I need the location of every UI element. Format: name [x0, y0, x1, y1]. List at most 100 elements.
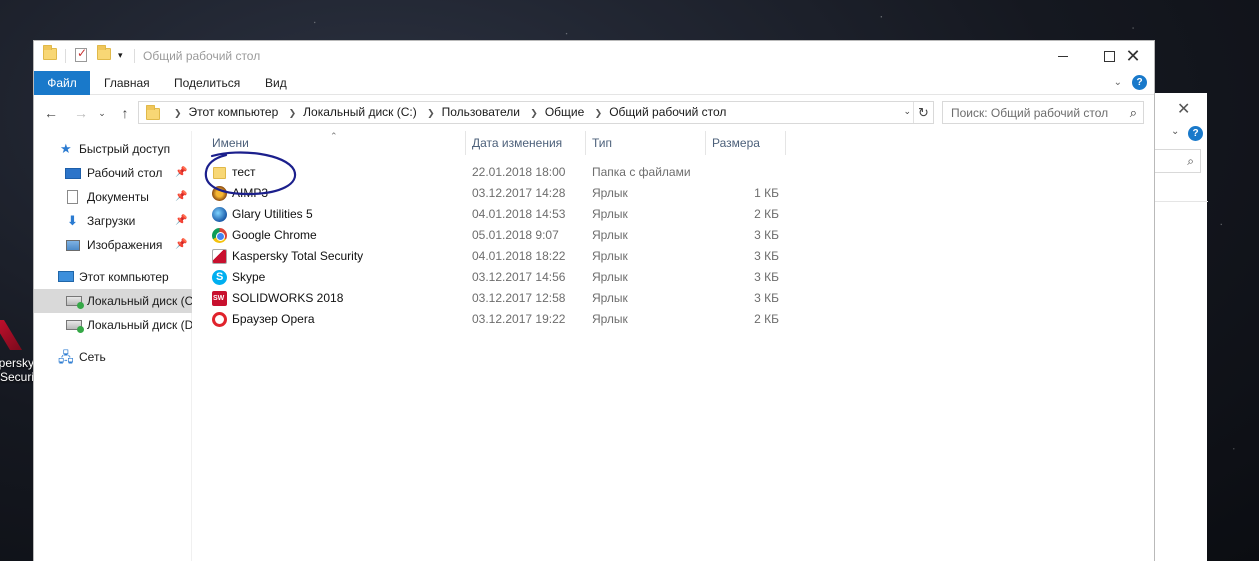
chevron-right-icon[interactable]: ❯ — [427, 108, 435, 118]
file-type: Ярлык — [592, 228, 628, 242]
chevron-right-icon[interactable]: ❯ — [595, 108, 603, 118]
file-date: 22.01.2018 18:00 — [472, 165, 566, 179]
column-header-label: Размера — [712, 136, 760, 150]
table-row[interactable]: Kaspersky Total Security 04.01.2018 18:2… — [206, 246, 806, 267]
sidebar-item-drive-d[interactable]: Локальный диск (D:) — [34, 313, 192, 337]
sidebar-item-label: Сеть — [79, 350, 106, 364]
search-icon: ⌕ — [1187, 154, 1194, 168]
drive-icon — [66, 320, 84, 333]
sidebar-item-network[interactable]: 🖧 Сеть — [34, 345, 192, 369]
column-header-date[interactable]: Дата изменения — [466, 131, 586, 155]
desktop-shortcut-label: persky Securi — [0, 356, 34, 384]
file-size: 1 КБ — [754, 186, 779, 200]
file-size: 2 КБ — [754, 207, 779, 221]
column-header-label: Имени — [212, 136, 249, 150]
file-type: Ярлык — [592, 207, 628, 221]
sidebar-item-downloads[interactable]: ⬇ Загрузки 📌 — [34, 209, 192, 233]
breadcrumb-drive-c[interactable]: Локальный диск (C:) — [303, 105, 417, 119]
tab-file[interactable]: Файл — [34, 71, 90, 95]
close-button[interactable]: ✕ — [1110, 41, 1156, 71]
sidebar-item-label: Рабочий стол — [87, 166, 163, 180]
desktop-icon — [65, 168, 81, 179]
file-name: Glary Utilities 5 — [232, 207, 313, 221]
window-title: Общий рабочий стол — [143, 49, 261, 63]
search-input[interactable] — [943, 102, 1119, 123]
table-row[interactable]: Google Chrome 05.01.2018 9:07 Ярлык 3 КБ — [206, 225, 806, 246]
file-name: AIMP3 — [232, 186, 269, 200]
breadcrumb-public[interactable]: Общие — [545, 105, 584, 119]
column-header-size[interactable]: Размера — [706, 131, 786, 155]
tab-home[interactable]: Главная — [90, 71, 164, 95]
chevron-down-icon[interactable]: ⌄ — [1171, 126, 1179, 137]
address-bar[interactable]: ❯ Этот компьютер ❯ Локальный диск (C:) ❯ По… — [138, 101, 934, 124]
file-name: тест — [232, 165, 256, 179]
sidebar-item-this-pc[interactable]: Этот компьютер — [34, 265, 192, 289]
search-box[interactable]: ⌕ — [1151, 149, 1201, 173]
address-dropdown-icon[interactable]: ⌄ — [903, 106, 911, 117]
back-button[interactable]: ← — [40, 102, 62, 124]
sidebar-item-label: Быстрый доступ — [79, 142, 171, 156]
new-folder-icon[interactable] — [97, 45, 111, 64]
file-size: 3 КБ — [754, 270, 779, 284]
breadcrumb-public-desktop[interactable]: Общий рабочий стол — [609, 105, 726, 119]
folder-icon — [213, 167, 226, 179]
sidebar-item-pictures[interactable]: Изображения 📌 — [34, 233, 192, 257]
table-row[interactable]: Glary Utilities 5 04.01.2018 14:53 Ярлык… — [206, 204, 806, 225]
pin-icon[interactable]: 📌 — [175, 233, 187, 257]
refresh-icon[interactable]: ↻ — [913, 102, 933, 123]
help-icon[interactable]: ? — [1188, 126, 1203, 141]
title-bar[interactable]: ▾ Общий рабочий стол ✕ — [34, 41, 1154, 71]
close-icon[interactable]: ✕ — [1177, 99, 1190, 119]
sidebar-item-desktop[interactable]: Рабочий стол 📌 — [34, 161, 192, 185]
up-button[interactable]: ↑ — [114, 102, 136, 124]
column-header-label: Тип — [592, 136, 613, 150]
computer-icon — [58, 271, 74, 282]
help-icon[interactable]: ? — [1132, 75, 1147, 90]
minimize-button[interactable] — [1040, 41, 1086, 71]
tab-view[interactable]: Вид — [251, 71, 301, 95]
chevron-right-icon[interactable]: ❯ — [530, 108, 538, 118]
chevron-right-icon[interactable]: ❯ — [289, 108, 297, 118]
sidebar-item-quick-access[interactable]: ★ Быстрый доступ — [34, 137, 192, 161]
file-type: Ярлык — [592, 270, 628, 284]
background-window[interactable]: ✕ ⌄ ? ⌕ — [1150, 93, 1208, 561]
expand-ribbon-icon[interactable]: ⌄ — [1114, 77, 1122, 88]
chevron-right-icon[interactable]: ❯ — [174, 108, 182, 118]
desktop-shortcut-kaspersky[interactable]: persky Securi — [0, 318, 34, 388]
file-date: 04.01.2018 14:53 — [472, 207, 566, 221]
navigation-pane: ★ Быстрый доступ Рабочий стол 📌 Документ… — [34, 131, 192, 561]
column-header-type[interactable]: Тип — [586, 131, 706, 155]
table-row[interactable]: SOLIDWORKS 2018 03.12.2017 12:58 Ярлык 3… — [206, 288, 806, 309]
file-date: 04.01.2018 18:22 — [472, 249, 566, 263]
file-name: Skype — [232, 270, 266, 284]
table-row[interactable]: AIMP3 03.12.2017 14:28 Ярлык 1 КБ — [206, 183, 806, 204]
file-name: Браузер Opera — [232, 312, 315, 326]
recent-locations-button[interactable]: ⌄ — [96, 102, 108, 124]
network-icon: 🖧 — [58, 349, 74, 365]
table-row[interactable]: Браузер Opera 03.12.2017 19:22 Ярлык 2 К… — [206, 309, 806, 330]
file-date: 03.12.2017 19:22 — [472, 312, 566, 326]
quick-access-dropdown-icon[interactable]: ▾ — [118, 50, 123, 66]
desktop-label-line1: persky — [0, 356, 34, 370]
chrome-icon — [212, 228, 227, 243]
sidebar-item-drive-c[interactable]: Локальный диск (C:) — [34, 289, 192, 313]
column-header-name[interactable]: ⌃ Имени — [206, 131, 466, 155]
breadcrumb-this-pc[interactable]: Этот компьютер — [189, 105, 279, 119]
file-type: Ярлык — [592, 312, 628, 326]
file-type: Папка с файлами — [592, 165, 691, 179]
file-date: 03.12.2017 14:56 — [472, 270, 566, 284]
tab-share[interactable]: Поделиться — [160, 71, 254, 95]
sidebar-item-documents[interactable]: Документы 📌 — [34, 185, 192, 209]
pin-icon[interactable]: 📌 — [175, 209, 187, 233]
search-icon[interactable]: ⌕ — [1130, 105, 1137, 121]
properties-icon[interactable] — [75, 46, 87, 64]
documents-icon — [67, 190, 78, 204]
forward-button[interactable]: → — [70, 102, 92, 124]
table-row[interactable]: Skype 03.12.2017 14:56 Ярлык 3 КБ — [206, 267, 806, 288]
breadcrumb-users[interactable]: Пользователи — [442, 105, 520, 119]
skype-icon — [212, 267, 227, 288]
pin-icon[interactable]: 📌 — [175, 185, 187, 209]
sidebar-item-label: Локальный диск (D:) — [87, 318, 192, 332]
table-row[interactable]: тест 22.01.2018 18:00 Папка с файлами — [206, 162, 806, 183]
pin-icon[interactable]: 📌 — [175, 161, 187, 185]
